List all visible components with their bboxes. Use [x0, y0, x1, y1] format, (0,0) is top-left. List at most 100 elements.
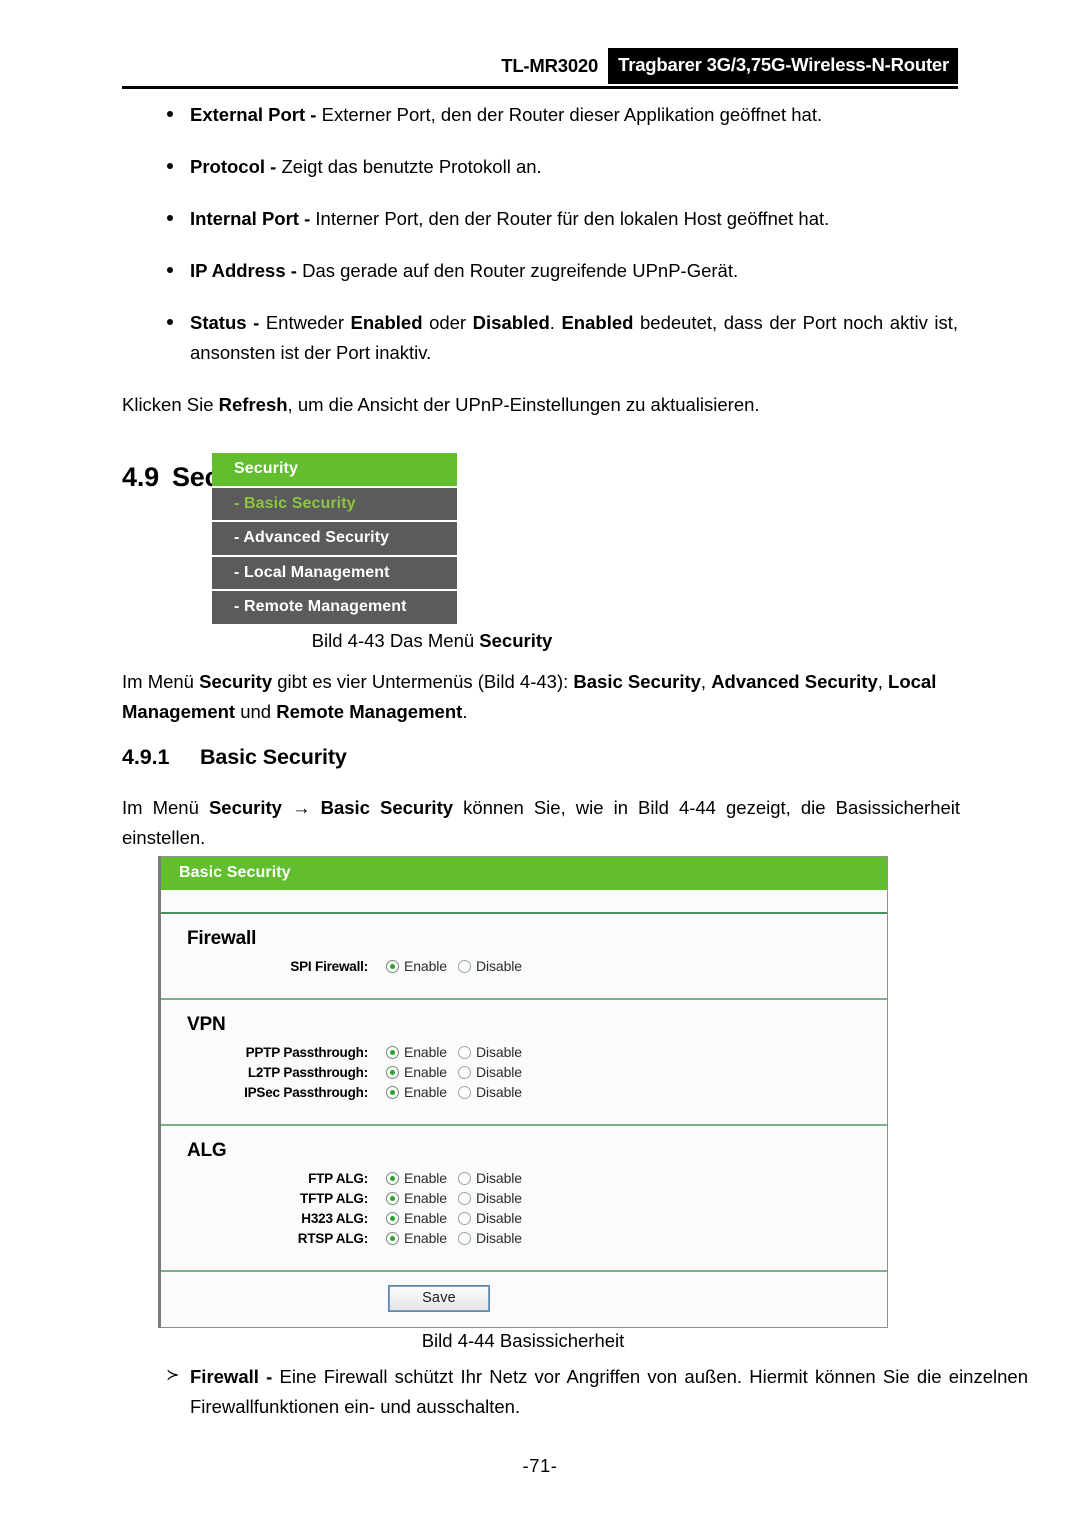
- menu-para-mid-2: ,: [700, 671, 712, 692]
- subsection-heading: 4.9.1 Basic Security: [122, 745, 347, 770]
- basic-para-arrow: →: [281, 797, 321, 818]
- radio-option-disable[interactable]: Disable: [458, 1190, 522, 1206]
- section-heading-vpn: VPN: [187, 1014, 226, 1035]
- status-disabled: Disabled: [472, 311, 550, 333]
- field-label-rtsp-alg: RTSP ALG:: [297, 1230, 368, 1246]
- radio-group-rtsp-alg: Enable Disable: [386, 1230, 522, 1246]
- figure-4-44-caption: Bild 4-44 Basissicherheit: [421, 1330, 625, 1351]
- panel-section-vpn: VPN PPTP Passthrough: Enable Disable L2T…: [161, 1000, 887, 1126]
- field-row-ipsec-passthrough: IPSec Passthrough: Enable Disable: [161, 1084, 887, 1100]
- radio-label-enable: Enable: [404, 1084, 447, 1100]
- radio-button-enable[interactable]: [386, 1191, 399, 1205]
- field-label-spi-firewall: SPI Firewall:: [290, 958, 368, 974]
- radio-option-enable[interactable]: Enable: [386, 958, 447, 974]
- radio-option-enable[interactable]: Enable: [386, 1064, 447, 1080]
- radio-option-disable[interactable]: Disable: [458, 1084, 522, 1100]
- section-number: 4.9: [122, 461, 159, 492]
- radio-label-enable: Enable: [404, 1064, 447, 1080]
- save-button[interactable]: Save: [388, 1285, 490, 1312]
- radio-group-pptp-passthrough: Enable Disable: [386, 1044, 522, 1060]
- refresh-bold: Refresh: [218, 393, 288, 415]
- radio-group-ftp-alg: Enable Disable: [386, 1170, 522, 1186]
- radio-option-disable[interactable]: Disable: [458, 1170, 522, 1186]
- header-rule: [122, 86, 958, 89]
- radio-label-enable: Enable: [404, 1230, 447, 1246]
- firewall-description-item: ≻ Firewall - Eine Firewall schützt Ihr N…: [122, 1362, 1028, 1422]
- radio-button-enable[interactable]: [386, 1065, 399, 1079]
- radio-button-enable[interactable]: [386, 1085, 399, 1099]
- section-heading-firewall: Firewall: [187, 928, 257, 949]
- radio-button-enable[interactable]: [386, 1045, 399, 1059]
- radio-option-disable[interactable]: Disable: [458, 1210, 522, 1226]
- radio-label-disable: Disable: [476, 1170, 522, 1186]
- radio-label-disable: Disable: [476, 1084, 522, 1100]
- menu-para-mid-3: ,: [877, 671, 889, 692]
- menu-para-bold-security: Security: [199, 671, 273, 692]
- radio-button-disable[interactable]: [458, 1065, 471, 1079]
- sidebar-item-basic-security[interactable]: - Basic Security: [212, 485, 457, 521]
- radio-label-disable: Disable: [476, 1210, 522, 1226]
- field-row-tftp-alg: TFTP ALG: Enable Disable: [161, 1190, 887, 1206]
- radio-button-disable[interactable]: [458, 1171, 471, 1185]
- radio-group-tftp-alg: Enable Disable: [386, 1190, 522, 1206]
- bullet-dot-icon: [167, 162, 173, 169]
- radio-option-disable[interactable]: Disable: [458, 1230, 522, 1246]
- radio-option-disable[interactable]: Disable: [458, 1064, 522, 1080]
- radio-option-disable[interactable]: Disable: [458, 1044, 522, 1060]
- list-item-term: Status: [190, 311, 247, 333]
- list-item-text: Interner Port, den der Router für den lo…: [315, 207, 830, 229]
- page-content: External Port - Externer Port, den der R…: [122, 100, 960, 493]
- radio-button-disable[interactable]: [458, 1231, 471, 1245]
- radio-button-disable[interactable]: [458, 1191, 471, 1205]
- list-item: External Port - Externer Port, den der R…: [122, 100, 960, 130]
- sidebar-item-local-management[interactable]: - Local Management: [212, 554, 457, 590]
- basic-para-bold-basic: Basic Security: [320, 797, 454, 818]
- radio-option-enable[interactable]: Enable: [386, 1170, 447, 1186]
- radio-button-enable[interactable]: [386, 1211, 399, 1225]
- status-part-2: oder: [422, 311, 473, 333]
- sidebar-item-remote-management[interactable]: - Remote Management: [212, 589, 457, 624]
- refresh-pre: Klicken Sie: [122, 393, 219, 415]
- list-item-text: Externer Port, den der Router dieser App…: [321, 104, 823, 125]
- list-item-term: Internal Port: [190, 207, 299, 229]
- bullet-dot-icon: [167, 111, 173, 117]
- security-menu-paragraph: Im Menü Security gibt es vier Untermenüs…: [122, 667, 960, 727]
- sidebar-item-advanced-security[interactable]: - Advanced Security: [212, 520, 457, 555]
- radio-label-disable: Disable: [476, 1190, 522, 1206]
- radio-label-disable: Disable: [476, 1230, 522, 1246]
- section-heading-alg: ALG: [187, 1140, 227, 1161]
- radio-button-disable[interactable]: [458, 1085, 471, 1099]
- running-header: TL-MR3020 Tragbarer 3G/3,75G-Wireless-N-…: [122, 48, 958, 94]
- radio-button-disable[interactable]: [458, 959, 471, 973]
- basic-para-bold-security: Security: [208, 797, 282, 818]
- radio-option-enable[interactable]: Enable: [386, 1190, 447, 1206]
- list-item: Protocol - Zeigt das benutzte Protokoll …: [122, 152, 960, 182]
- field-row-rtsp-alg: RTSP ALG: Enable Disable: [161, 1230, 887, 1246]
- firewall-term: Firewall: [190, 1366, 259, 1387]
- basic-security-panel: Basic Security Firewall SPI Firewall: En…: [158, 856, 888, 1328]
- radio-label-enable: Enable: [404, 1170, 447, 1186]
- menu-para-pre: Im Menü: [122, 671, 200, 692]
- panel-footer: Save: [161, 1272, 887, 1327]
- radio-button-enable[interactable]: [386, 959, 399, 973]
- radio-group-ipsec-passthrough: Enable Disable: [386, 1084, 522, 1100]
- radio-button-enable[interactable]: [386, 1231, 399, 1245]
- radio-option-disable[interactable]: Disable: [458, 958, 522, 974]
- radio-option-enable[interactable]: Enable: [386, 1210, 447, 1226]
- list-item-dash: -: [246, 311, 266, 333]
- radio-button-disable[interactable]: [458, 1211, 471, 1225]
- radio-option-enable[interactable]: Enable: [386, 1044, 447, 1060]
- radio-option-enable[interactable]: Enable: [386, 1230, 447, 1246]
- field-row-ftp-alg: FTP ALG: Enable Disable: [161, 1170, 887, 1186]
- list-item-dash: -: [285, 259, 303, 281]
- field-row-h323-alg: H323 ALG: Enable Disable: [161, 1210, 887, 1226]
- list-item-status: Status - Entweder Enabled oder Disabled.…: [122, 308, 960, 368]
- radio-button-enable[interactable]: [386, 1171, 399, 1185]
- radio-option-enable[interactable]: Enable: [386, 1084, 447, 1100]
- radio-label-disable: Disable: [476, 1064, 522, 1080]
- radio-label-enable: Enable: [404, 1044, 447, 1060]
- radio-button-disable[interactable]: [458, 1045, 471, 1059]
- radio-group-l2tp-passthrough: Enable Disable: [386, 1064, 522, 1080]
- radio-label-disable: Disable: [476, 1044, 522, 1060]
- menu-para-post: .: [462, 700, 468, 722]
